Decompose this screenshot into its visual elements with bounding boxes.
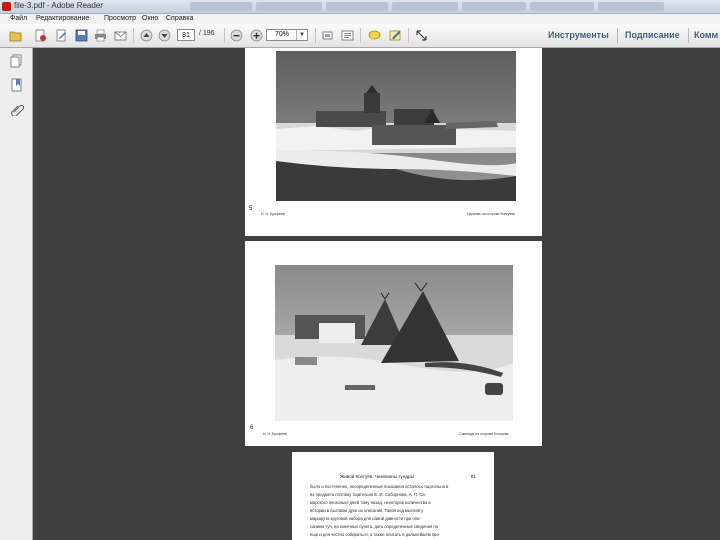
background-tab[interactable] xyxy=(190,2,252,11)
sign-icon[interactable] xyxy=(389,29,402,42)
menu-window[interactable]: Окно xyxy=(142,14,158,24)
text-column: Живой Колгуев. Чемпионы тундры 81 было и… xyxy=(310,474,476,540)
menu-edit[interactable]: Редактирование xyxy=(36,14,89,24)
photo-caption-left: Н. Н. Ерофеев xyxy=(261,212,285,216)
main-toolbar: 81 / 196 70% ▼ Инструменты Подписание Ко… xyxy=(0,24,720,48)
photo-caption-left: Н. Н. Ерофеев xyxy=(263,432,287,436)
page-number-printed: 81 xyxy=(470,474,476,479)
background-taskbar-tabs xyxy=(190,2,720,11)
background-tab[interactable] xyxy=(392,2,458,11)
background-tab[interactable] xyxy=(598,2,664,11)
bookmarks-icon[interactable] xyxy=(10,78,24,92)
pages-panel-icon[interactable] xyxy=(10,54,24,68)
toolbar-separator xyxy=(315,28,316,43)
background-tab[interactable] xyxy=(326,2,388,11)
print-icon[interactable] xyxy=(94,29,107,42)
navigation-panel xyxy=(0,48,33,540)
text-line: истории в бытовом духе их описания. Тако… xyxy=(310,508,424,513)
fullscreen-icon[interactable] xyxy=(415,29,428,42)
text-line: маршрута круговой набора для самой давно… xyxy=(310,516,421,521)
toolbar-separator xyxy=(408,28,409,43)
sign-pane-link[interactable]: Подписание xyxy=(625,30,680,40)
zoom-in-icon[interactable] xyxy=(250,29,263,42)
document-page: 5 Н. Н. Ерофеев Церковь на острове Колгу… xyxy=(245,48,542,236)
menu-help[interactable]: Справка xyxy=(166,14,193,24)
text-line: было и постепенно, неопределенные показа… xyxy=(310,484,449,489)
comment-icon[interactable] xyxy=(368,29,381,42)
read-mode-icon[interactable] xyxy=(341,29,354,42)
window-title: file-3.pdf - Adobe Reader xyxy=(14,1,103,10)
plate-number: 5 xyxy=(249,206,253,212)
email-icon[interactable] xyxy=(114,29,127,42)
menu-file[interactable]: Файл xyxy=(10,14,27,24)
running-header: Живой Колгуев. Чемпионы тундры xyxy=(340,474,414,479)
toolbar-separator xyxy=(617,28,618,43)
text-line: санием туч, на конечных пункта, дать опр… xyxy=(310,524,438,529)
text-line: марского несколько дней тому назад, неко… xyxy=(310,500,431,505)
photo-plate-tents xyxy=(275,265,513,421)
attachments-icon[interactable] xyxy=(10,102,24,116)
save-icon[interactable] xyxy=(75,29,88,42)
toolbar-separator xyxy=(224,28,225,43)
photo-plate-church xyxy=(276,51,516,201)
page-up-icon[interactable] xyxy=(140,29,153,42)
text-line: их предмета поэтому тщательно Е. И. Собо… xyxy=(310,492,427,497)
chevron-down-icon[interactable]: ▼ xyxy=(296,30,307,40)
comment-pane-link[interactable]: Комм xyxy=(694,30,718,40)
toolbar-separator xyxy=(133,28,134,43)
toolbar-separator xyxy=(688,28,689,43)
zoom-select[interactable]: 70% ▼ xyxy=(266,29,308,41)
edit-icon[interactable] xyxy=(55,29,68,42)
title-bar: file-3.pdf - Adobe Reader xyxy=(0,0,720,14)
text-line: еще и для честно собираться, а также опи… xyxy=(310,532,441,537)
photo-caption-right: Самоеды на острове Колгуеве xyxy=(459,432,509,436)
menu-bar: Файл Редактирование Просмотр Окно Справк… xyxy=(0,14,720,24)
document-page: 6 Н. Н. Ерофеев Самоеды на острове Колгу… xyxy=(245,241,542,446)
background-tab[interactable] xyxy=(462,2,526,11)
adobe-reader-app-icon xyxy=(2,2,11,11)
background-tab[interactable] xyxy=(256,2,322,11)
plate-number: 6 xyxy=(250,425,254,431)
tools-pane-link[interactable]: Инструменты xyxy=(548,30,609,40)
open-icon[interactable] xyxy=(9,29,22,42)
menu-view[interactable]: Просмотр xyxy=(104,14,136,24)
toolbar-separator xyxy=(360,28,361,43)
zoom-value: 70% xyxy=(274,31,289,38)
page-down-icon[interactable] xyxy=(158,29,171,42)
page-number-input[interactable]: 81 xyxy=(177,29,195,41)
photo-image xyxy=(275,265,513,421)
photo-image xyxy=(276,51,516,201)
zoom-out-icon[interactable] xyxy=(230,29,243,42)
page-total: / 196 xyxy=(199,30,215,37)
photo-caption-right: Церковь на острове Колгуеве xyxy=(467,212,516,216)
document-page-text: Живой Колгуев. Чемпионы тундры 81 было и… xyxy=(292,452,494,540)
background-tab[interactable] xyxy=(530,2,594,11)
fit-page-icon[interactable] xyxy=(321,29,334,42)
create-pdf-icon[interactable] xyxy=(34,29,47,42)
